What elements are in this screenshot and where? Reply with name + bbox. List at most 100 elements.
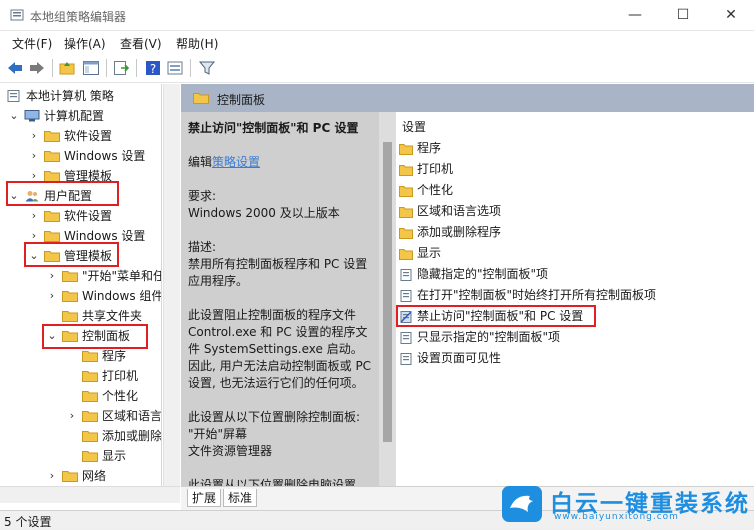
export-list-icon[interactable] [112, 59, 130, 77]
folder-icon [193, 93, 209, 104]
highlight-user-config [6, 181, 119, 206]
settings-column-header[interactable]: 设置 [402, 118, 426, 135]
chevron-right-icon[interactable]: › [46, 466, 58, 486]
menu-action[interactable]: 操作(A) [64, 35, 106, 52]
properties-icon[interactable] [166, 59, 184, 77]
window-title: 本地组策略编辑器 [30, 10, 127, 24]
settings-row-label: 隐藏指定的"控制面板"项 [417, 267, 549, 281]
settings-row-label: 打印机 [417, 162, 454, 176]
menu-file[interactable]: 文件(F) [12, 35, 52, 52]
chevron-right-icon[interactable]: › [46, 266, 58, 286]
tree-item-label: 本地计算机 策略 [26, 89, 114, 103]
tree-item-label: 添加或删除 [102, 429, 162, 443]
toolbar-separator [52, 59, 53, 77]
tree-item-label: 打印机 [102, 369, 139, 383]
description-block: 描述: 禁用所有控制面板程序和 PC 设置应用程序。 [188, 239, 373, 290]
tab-extended[interactable]: 扩展 [187, 489, 222, 507]
menu-help[interactable]: 帮助(H) [176, 35, 218, 52]
settings-header-band [396, 84, 754, 112]
chevron-right-icon[interactable]: › [66, 406, 78, 426]
edit-line: 编辑策略设置 [188, 154, 373, 171]
requirements-value: Windows 2000 及以上版本 [188, 206, 340, 220]
tree-item-label: 区域和语言 [102, 409, 162, 423]
maximize-button[interactable]: ☐ [660, 0, 706, 31]
settings-row-label: 区域和语言选项 [417, 204, 502, 218]
highlight-selected-setting [396, 305, 596, 327]
tab-standard[interactable]: 标准 [223, 489, 258, 507]
chevron-right-icon[interactable]: › [28, 206, 40, 226]
back-arrow-icon[interactable] [6, 59, 24, 77]
folder-icon [399, 249, 413, 260]
menu-view[interactable]: 查看(V) [120, 35, 162, 52]
folder-icon [399, 186, 413, 197]
chevron-right-icon[interactable]: › [28, 146, 40, 166]
tree-item-label: Windows 组件 [82, 289, 162, 303]
detail-text: 此设置阻止控制面板的程序文件 Control.exe 和 PC 设置的程序文件 … [188, 308, 372, 390]
menu-bar: 文件(F) 操作(A) 查看(V) 帮助(H) [0, 31, 754, 53]
description-header: 控制面板 [181, 84, 396, 112]
show-hide-tree-icon[interactable] [82, 59, 100, 77]
toolbar-separator [136, 59, 137, 77]
title-bar: 本地组策略编辑器 — ☐ ✕ [0, 0, 754, 31]
help-icon[interactable]: ? [144, 59, 162, 77]
watermark-url: www.baiyunxitong.com [554, 512, 679, 522]
folder-icon [82, 391, 98, 402]
removal-label: 此设置从以下位置删除控制面板: [188, 410, 361, 424]
requirements-label: 要求: [188, 189, 217, 203]
settings-row-label: 设置页面可见性 [417, 351, 502, 365]
chevron-right-icon[interactable]: › [46, 286, 58, 306]
removal-more: 此设置从以下位置删除电脑设置 [188, 478, 357, 486]
tree-scrollbar[interactable] [163, 84, 180, 486]
settings-row-label: 添加或删除程序 [417, 225, 502, 239]
scrollbar-thumb[interactable] [383, 142, 392, 442]
settings-row-label: 显示 [417, 246, 442, 260]
policy-setting-icon [400, 290, 412, 302]
status-text: 5 个设置 [4, 515, 52, 529]
description-header-title: 控制面板 [217, 93, 266, 107]
folder-icon [44, 151, 60, 162]
chevron-right-icon[interactable]: › [28, 126, 40, 146]
tree-item-label: 共享文件夹 [82, 309, 143, 323]
toolbar-separator [190, 59, 191, 77]
policy-setting-icon [400, 332, 412, 344]
tree-horizontal-scrollbar[interactable] [0, 486, 180, 503]
up-folder-icon[interactable] [58, 59, 76, 77]
folder-icon [399, 228, 413, 239]
forward-arrow-icon[interactable] [28, 59, 46, 77]
minimize-button[interactable]: — [612, 0, 658, 31]
description-scrollbar[interactable] [379, 112, 396, 486]
navigation-tree: 本地计算机 策略 ⌄ 计算机配置 › 软件设置 › Windows 设置 › 管… [0, 84, 162, 486]
policy-document-icon [7, 90, 20, 102]
highlight-admin-templates [24, 242, 119, 267]
chevron-down-icon[interactable]: ⌄ [8, 106, 20, 126]
description-value: 禁用所有控制面板程序和 PC 设置应用程序。 [188, 257, 368, 288]
computer-icon [24, 110, 40, 122]
folder-icon [82, 371, 98, 382]
policy-editor-icon [10, 9, 24, 21]
description-label: 描述: [188, 240, 217, 254]
tree-item-label: 程序 [102, 349, 127, 363]
removal-item: 文件资源管理器 [188, 444, 273, 458]
filter-icon[interactable] [198, 59, 216, 77]
tree-item-label: Windows 设置 [64, 149, 146, 163]
tree-item-label: 软件设置 [64, 129, 113, 143]
description-pane: 控制面板 禁止访问"控制面板"和 PC 设置 编辑策略设置 要求: Windows… [181, 84, 396, 486]
close-button[interactable]: ✕ [708, 0, 754, 31]
tree-item-label: 计算机配置 [44, 109, 105, 123]
folder-icon [82, 451, 98, 462]
bird-logo-icon [502, 486, 542, 522]
policy-setting-icon [400, 353, 412, 365]
edit-policy-link[interactable]: 策略设置 [212, 155, 260, 169]
tree-item-label: 网络 [82, 469, 107, 483]
settings-list-pane: 设置 程序 打印机 个性化 区域和语言选项 添加或删除程序 显示 隐藏指定的"控制面板"项在… [396, 84, 754, 486]
settings-row-label: 只显示指定的"控制面板"项 [417, 330, 561, 344]
folder-icon [399, 144, 413, 155]
tree-item-label: 软件设置 [64, 209, 113, 223]
folder-icon [82, 431, 98, 442]
watermark-logo: 白云一键重装系统 www.baiyunxitong.com [492, 484, 754, 524]
removal-item: "开始"屏幕 [188, 427, 248, 441]
toolbar: ? [0, 53, 754, 83]
toolbar-separator [106, 59, 107, 77]
highlight-control-panel [42, 324, 148, 349]
requirements-block: 要求: Windows 2000 及以上版本 [188, 188, 373, 222]
